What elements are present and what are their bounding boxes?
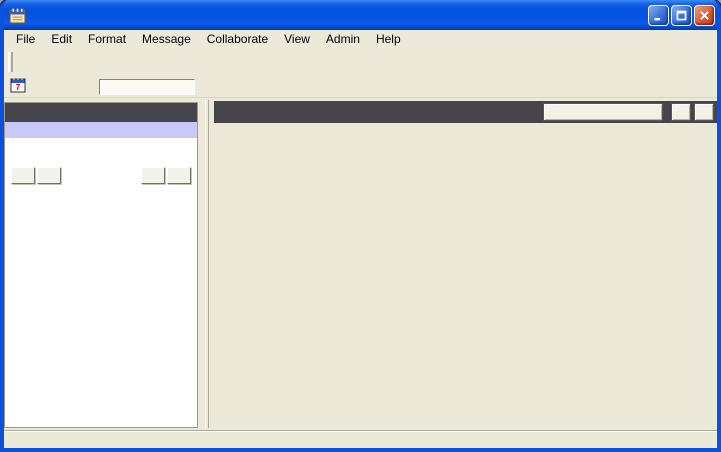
menu-bar: FileEditFormatMessageCollaborateViewAdmi… xyxy=(4,30,717,48)
title-bar xyxy=(0,0,721,30)
next-year-button[interactable] xyxy=(167,167,191,184)
next-week-button[interactable] xyxy=(694,103,714,121)
weekdays-column xyxy=(214,127,471,430)
menu-view[interactable]: View xyxy=(276,31,318,47)
menu-help[interactable]: Help xyxy=(368,31,409,47)
app-icon xyxy=(9,7,26,24)
today-button[interactable] xyxy=(543,103,663,121)
prev-month-button[interactable] xyxy=(37,167,61,184)
app-window: FileEditFormatMessageCollaborateViewAdmi… xyxy=(0,0,721,452)
close-button[interactable] xyxy=(694,5,715,26)
today-banner xyxy=(5,122,197,140)
menu-admin[interactable]: Admin xyxy=(318,31,368,47)
weekend-column xyxy=(475,127,717,430)
minimize-button[interactable] xyxy=(648,5,669,26)
previous-week-button[interactable] xyxy=(671,103,691,121)
week-header xyxy=(214,101,717,123)
info-bar: 7 xyxy=(4,76,717,98)
svg-text:7: 7 xyxy=(16,83,21,92)
storage-usage xyxy=(99,79,195,95)
menu-message[interactable]: Message xyxy=(134,31,199,47)
status-bar xyxy=(4,430,717,448)
content-area xyxy=(4,98,717,430)
calendar-mini-icon: 7 xyxy=(10,77,26,96)
prev-year-button[interactable] xyxy=(11,167,35,184)
selected-date-header xyxy=(5,103,197,122)
menu-collaborate[interactable]: Collaborate xyxy=(199,31,276,47)
week-view xyxy=(211,98,717,430)
day-panel xyxy=(4,102,198,428)
maximize-button[interactable] xyxy=(671,5,692,26)
mini-calendar xyxy=(5,166,197,190)
panel-splitter[interactable] xyxy=(201,98,211,430)
menu-format[interactable]: Format xyxy=(80,31,134,47)
toolbar-grip[interactable] xyxy=(8,52,13,72)
menu-file[interactable]: File xyxy=(8,31,43,47)
menu-edit[interactable]: Edit xyxy=(43,31,80,47)
next-month-button[interactable] xyxy=(141,167,165,184)
tool-bar xyxy=(4,48,717,76)
